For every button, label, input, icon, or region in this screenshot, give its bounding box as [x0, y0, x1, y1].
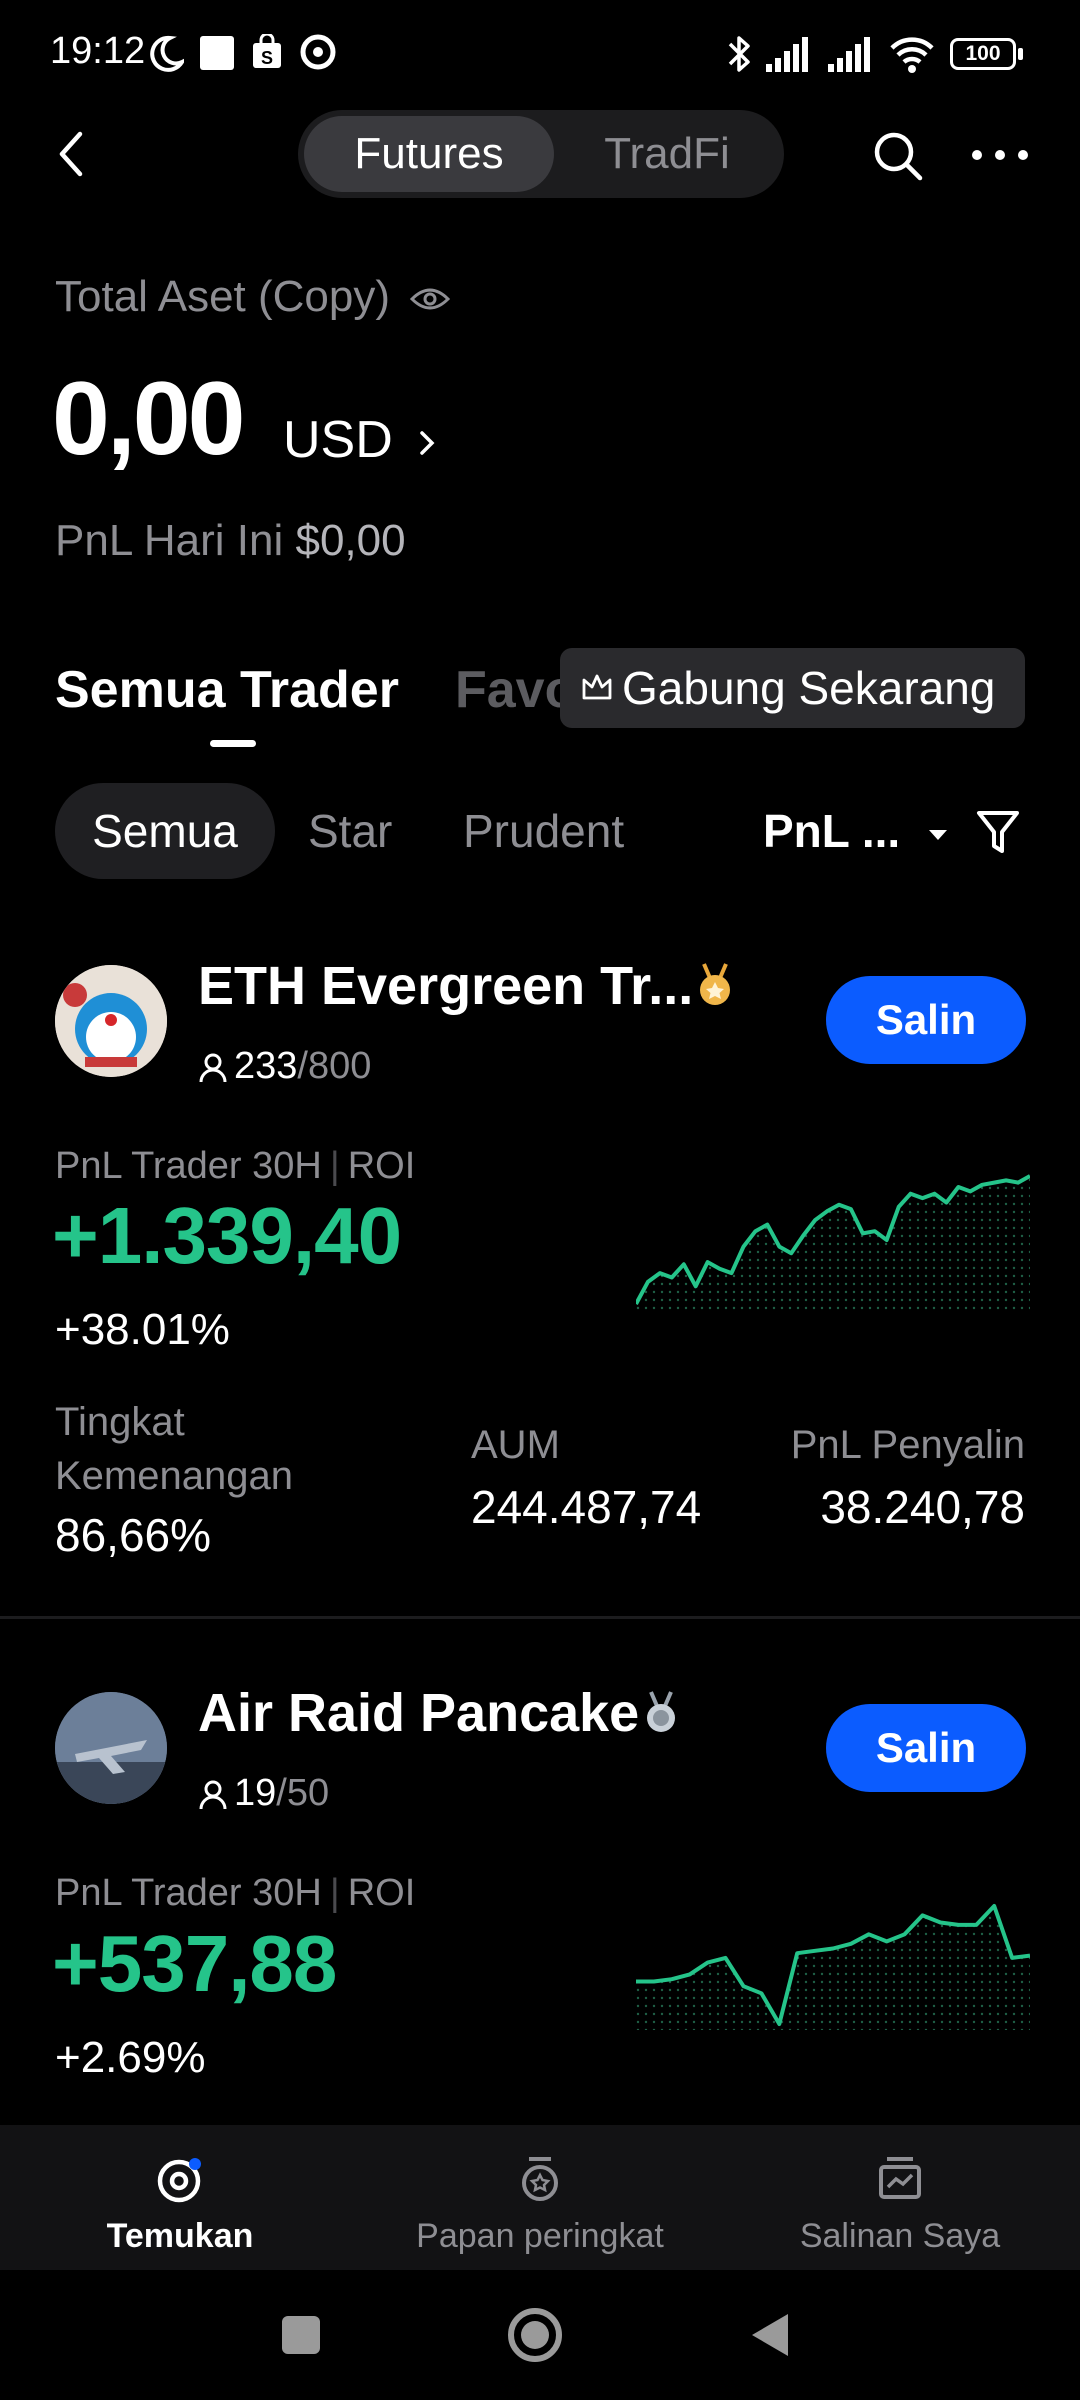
- crown-icon: [582, 674, 612, 700]
- status-time: 19:12: [50, 30, 146, 72]
- battery-tip: [1018, 48, 1023, 60]
- join-now-label: Gabung Sekarang: [622, 662, 996, 714]
- more-options-icon[interactable]: [970, 148, 1030, 162]
- join-now-banner[interactable]: Gabung Sekarang: [560, 648, 1025, 728]
- sparkline-area: [636, 1176, 1030, 1310]
- trader-pnl-value-2: +537,88: [52, 1919, 337, 2008]
- shopping-bag-icon: S: [253, 34, 281, 68]
- filter-chip-star[interactable]: Star: [308, 783, 392, 879]
- tab-futures[interactable]: Futures: [304, 116, 554, 192]
- trader-roi-value-2: +2.69%: [55, 2033, 206, 2082]
- battery-icon: 100: [950, 38, 1016, 70]
- total-asset-value: 0,00: [52, 361, 245, 477]
- chevron-right-icon: [420, 431, 435, 456]
- nav-label-discover: Temukan: [106, 2217, 254, 2255]
- copy-button-2[interactable]: Salin: [826, 1704, 1026, 1792]
- trader-avatar-2[interactable]: [55, 1692, 167, 1804]
- trader-avatar-image: [55, 965, 167, 1077]
- recent-apps-icon[interactable]: [282, 2316, 320, 2354]
- filter-chip-prudent[interactable]: Prudent: [463, 783, 624, 879]
- eye-icon[interactable]: [410, 285, 451, 313]
- copier-pnl-value: 38.240,78: [820, 1481, 1025, 1533]
- portfolio-icon: [879, 2157, 921, 2199]
- app-notification-icon: [300, 34, 336, 70]
- nav-discover[interactable]: Temukan: [0, 2125, 360, 2270]
- tab-all-traders[interactable]: Semua Trader: [55, 660, 399, 720]
- pnl-today: PnL Hari Ini $0,00: [55, 516, 406, 565]
- user-icon: [199, 1053, 227, 1083]
- bluetooth-icon: [728, 36, 750, 72]
- active-tab-indicator: [210, 740, 256, 747]
- trader-roi-value: +38.01%: [55, 1305, 230, 1354]
- silver-medal-icon: [647, 1691, 675, 1732]
- do-not-disturb-icon: [150, 35, 184, 72]
- tab-favorites[interactable]: Favorit: [455, 660, 565, 720]
- user-icon: [199, 1780, 227, 1810]
- caret-down-icon: [928, 829, 947, 840]
- signal-icon: [766, 37, 808, 72]
- trader-avatar[interactable]: [55, 965, 167, 1077]
- trader-name-2[interactable]: Air Raid Pancake: [198, 1682, 639, 1744]
- sort-dropdown[interactable]: PnL ...: [763, 783, 949, 879]
- filter-chip-all[interactable]: Semua: [55, 783, 275, 879]
- system-navigation-bar: [0, 2270, 1080, 2400]
- bottom-navigation: Temukan Papan peringkat Salinan Saya: [0, 2125, 1080, 2270]
- svg-text:S: S: [261, 48, 273, 68]
- notification-icon: [200, 36, 234, 70]
- card-divider: [0, 1616, 1080, 1619]
- gold-medal-icon: [700, 963, 730, 1005]
- signal-icon-2: [828, 37, 870, 72]
- wifi-icon: [890, 37, 934, 73]
- home-icon[interactable]: [505, 2305, 565, 2365]
- pnl-roi-label-2: PnL Trader 30H | ROI: [55, 1872, 416, 1914]
- win-rate-label: Tingkat Kemenangan: [55, 1400, 293, 1498]
- copier-count: 233/800: [198, 1045, 371, 1088]
- search-icon[interactable]: [872, 130, 924, 182]
- trader-name[interactable]: ETH Evergreen Tr...: [198, 955, 693, 1017]
- product-tab-switch: Futures TradFi: [298, 110, 784, 198]
- medal-icon: [522, 2157, 558, 2201]
- pnl-sparkline: [636, 1174, 1030, 1310]
- copier-count-2: 19/50: [198, 1772, 329, 1815]
- copier-pnl-label: PnL Penyalin: [790, 1423, 1025, 1467]
- tab-tradfi[interactable]: TradFi: [560, 116, 774, 192]
- asset-currency[interactable]: USD: [283, 410, 437, 470]
- trader-avatar-image-2: [55, 1692, 167, 1804]
- status-bar: 19:12 S 100: [0, 0, 1080, 110]
- win-rate-value: 86,66%: [55, 1509, 212, 1561]
- filter-icon[interactable]: [975, 808, 1021, 856]
- nav-label-leaderboard: Papan peringkat: [416, 2217, 664, 2255]
- discover-icon: [157, 2158, 201, 2203]
- pnl-sparkline-2: [636, 1904, 1030, 2030]
- nav-label-my-copies: Salinan Saya: [799, 2217, 1001, 2255]
- back-arrow-icon[interactable]: [52, 128, 92, 180]
- nav-my-copies[interactable]: Salinan Saya: [720, 2125, 1080, 2270]
- pnl-roi-label: PnL Trader 30H | ROI: [55, 1145, 416, 1187]
- total-asset-label: Total Aset (Copy): [55, 272, 451, 322]
- trader-pnl-value: +1.339,40: [52, 1191, 402, 1280]
- nav-leaderboard[interactable]: Papan peringkat: [360, 2125, 720, 2270]
- aum-value: 244.487,74: [471, 1481, 702, 1533]
- aum-label: AUM: [471, 1423, 560, 1467]
- copy-button[interactable]: Salin: [826, 976, 1026, 1064]
- system-back-icon[interactable]: [748, 2310, 792, 2360]
